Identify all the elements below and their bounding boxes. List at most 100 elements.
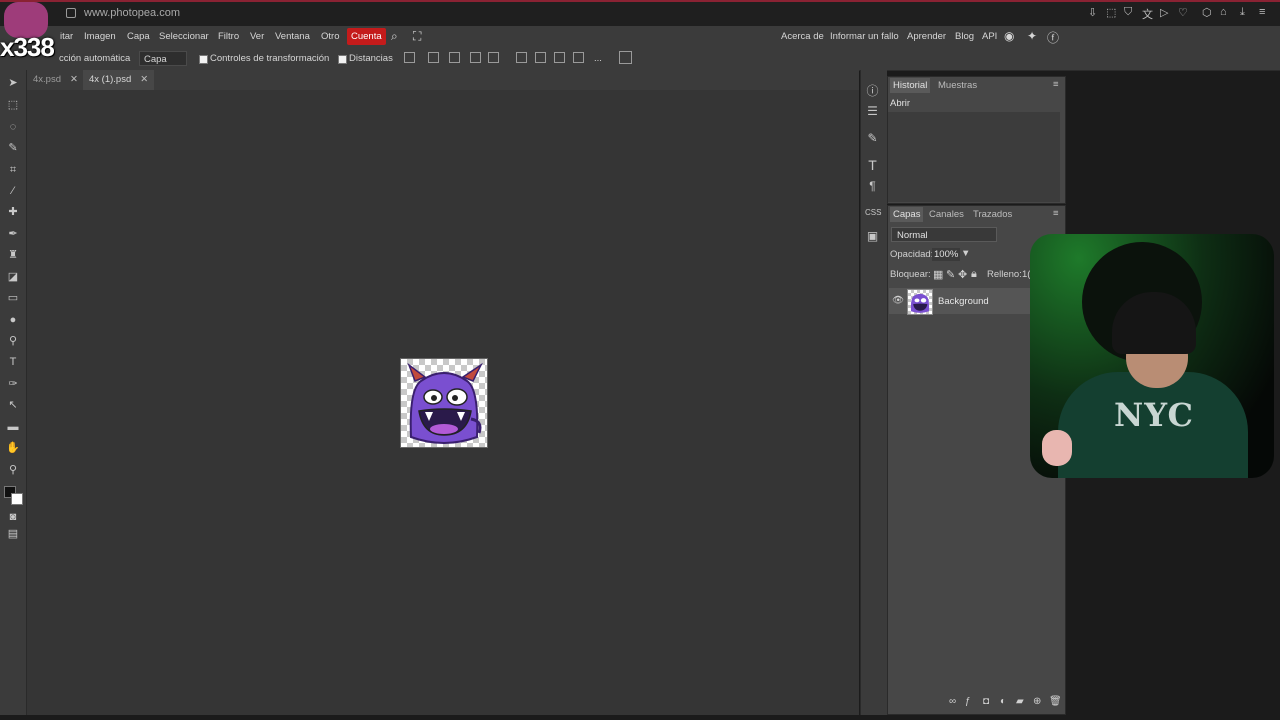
distribute-bottom-icon[interactable]	[554, 52, 565, 63]
path-select-tool-icon[interactable]: ↖	[6, 398, 20, 412]
tab-channels[interactable]: Canales	[929, 209, 964, 220]
add-mask-icon[interactable]: ◘	[983, 696, 989, 707]
distances-checkbox[interactable]	[338, 55, 347, 64]
eye-icon[interactable]: 👁︎	[892, 295, 904, 306]
transform-controls-checkbox[interactable]	[199, 55, 208, 64]
tab-layers[interactable]: Capas	[890, 207, 924, 222]
history-entry[interactable]: Abrir	[890, 98, 910, 109]
reddit-icon[interactable]: ◉	[1004, 29, 1014, 43]
close-icon[interactable]: ✕	[70, 74, 78, 85]
menu-filter[interactable]: Filtro	[218, 31, 239, 42]
search-icon[interactable]: ⌕	[391, 29, 398, 44]
menu-layer[interactable]: Capa	[127, 31, 150, 42]
brush-settings-icon[interactable]: ✎	[865, 131, 880, 145]
tab-paths[interactable]: Trazados	[973, 209, 1012, 220]
paragraph-icon[interactable]: ¶	[865, 179, 880, 193]
translate-icon[interactable]: 文	[1142, 6, 1153, 22]
dodge-tool-icon[interactable]: ⚲	[6, 334, 20, 348]
align-hcenter-icon[interactable]	[488, 52, 499, 63]
adjustment-layer-icon[interactable]: ◐	[1000, 696, 1006, 707]
close-icon[interactable]: ✕	[140, 74, 148, 85]
menu-window[interactable]: Ventana	[275, 31, 310, 42]
heart-icon[interactable]: ♡	[1178, 6, 1188, 19]
menu-view[interactable]: Ver	[250, 31, 264, 42]
tab-4x-psd[interactable]: 4x.psd ✕	[27, 70, 84, 90]
lock-transparency-icon[interactable]: ▦	[933, 268, 943, 281]
auto-select-label[interactable]: cción automática	[59, 53, 130, 64]
opacity-input[interactable]: 100%	[932, 248, 960, 261]
account-icon[interactable]: ⌂	[1220, 6, 1227, 18]
shape-tool-icon[interactable]: ▬	[6, 420, 20, 434]
auto-select-target-dropdown[interactable]: Capa	[139, 51, 187, 66]
magic-wand-tool-icon[interactable]: ✎	[6, 141, 20, 155]
move-tool-icon[interactable]: ➤	[6, 76, 20, 90]
new-layer-icon[interactable]: ⊕	[1033, 696, 1041, 707]
distribute-horizontal-icon[interactable]	[573, 52, 584, 63]
menu-icon[interactable]: ≡	[1259, 6, 1265, 18]
tab-swatches[interactable]: Muestras	[938, 80, 977, 91]
downloads-icon[interactable]: ⤓	[1240, 6, 1245, 19]
distribute-vcenter-icon[interactable]	[535, 52, 546, 63]
zoom-tool-icon[interactable]: ⚲	[6, 463, 20, 477]
panel-menu-icon[interactable]: ≡	[1053, 208, 1059, 219]
address-bar-url[interactable]: www.photopea.com	[84, 7, 180, 19]
pen-tool-icon[interactable]: ✑	[6, 377, 20, 391]
facebook-icon[interactable]: ⓕ	[1047, 29, 1059, 46]
delete-layer-icon[interactable]: 🗑︎	[1049, 696, 1062, 707]
lock-all-icon[interactable]: 🔒︎	[971, 268, 977, 281]
image-icon[interactable]: ▣	[865, 229, 880, 243]
brush-tool-icon[interactable]: ✒	[6, 227, 20, 241]
new-group-icon[interactable]: ▰	[1016, 696, 1024, 707]
bookmark-icon[interactable]: ⬚	[1106, 6, 1116, 19]
tab-4x-1-psd[interactable]: 4x (1).psd ✕	[83, 70, 155, 90]
background-color-swatch[interactable]	[11, 493, 23, 505]
eyedropper-tool-icon[interactable]: ⁄	[6, 184, 20, 198]
play-icon[interactable]: ▷	[1160, 6, 1168, 19]
hand-tool-icon[interactable]: ✋	[6, 441, 20, 455]
align-bottom-icon[interactable]	[449, 52, 460, 63]
css-icon[interactable]: CSS	[865, 208, 881, 222]
download-icon[interactable]: ⇩	[1088, 6, 1097, 19]
menu-api[interactable]: API	[982, 31, 997, 42]
align-vcenter-icon[interactable]	[428, 52, 439, 63]
lock-pixels-icon[interactable]: ✎	[946, 268, 955, 281]
quick-mask-icon[interactable]: ◙	[6, 510, 20, 524]
layer-name[interactable]: Background	[938, 296, 989, 307]
tab-history[interactable]: Historial	[890, 78, 931, 93]
gradient-tool-icon[interactable]: ▭	[6, 291, 20, 305]
menu-edit[interactable]: itar	[60, 31, 73, 42]
link-layers-icon[interactable]: ∞	[949, 696, 956, 707]
info-icon[interactable]: ⓘ	[865, 82, 880, 98]
screen-mode-icon[interactable]: ▤	[6, 527, 20, 541]
menu-learn[interactable]: Aprender	[907, 31, 946, 42]
align-top-icon[interactable]	[404, 52, 415, 63]
extensions-icon[interactable]: ⬡	[1202, 6, 1212, 19]
menu-image[interactable]: Imagen	[84, 31, 116, 42]
lasso-tool-icon[interactable]: ◌	[6, 120, 20, 134]
twitter-icon[interactable]: ✦	[1027, 29, 1037, 43]
shield-icon[interactable]: ⛉	[1124, 6, 1132, 19]
layer-effects-icon[interactable]: ƒ	[965, 696, 971, 707]
grid-icon[interactable]	[619, 51, 632, 64]
account-button[interactable]: Cuenta	[347, 28, 386, 45]
menu-other[interactable]: Otro	[321, 31, 339, 42]
crop-tool-icon[interactable]: ⌗	[6, 163, 20, 177]
menu-blog[interactable]: Blog	[955, 31, 974, 42]
marquee-tool-icon[interactable]: ⬚	[6, 98, 20, 112]
opacity-dropdown-icon[interactable]: ▼	[961, 248, 970, 259]
lock-position-icon[interactable]: ✥	[958, 268, 967, 281]
character-icon[interactable]: T	[865, 157, 880, 173]
clone-stamp-tool-icon[interactable]: ♜	[6, 248, 20, 262]
type-tool-icon[interactable]: T	[6, 355, 20, 369]
adjustments-icon[interactable]: ☰	[865, 104, 880, 118]
align-left-icon[interactable]	[470, 52, 481, 63]
menu-select[interactable]: Seleccionar	[159, 31, 209, 42]
blend-mode-dropdown[interactable]: Normal	[891, 227, 997, 242]
eraser-tool-icon[interactable]: ◪	[6, 270, 20, 284]
healing-tool-icon[interactable]: ✚	[6, 205, 20, 219]
document-image[interactable]	[400, 358, 488, 448]
fullscreen-icon[interactable]: ⛶	[413, 29, 421, 44]
panel-menu-icon[interactable]: ≡	[1053, 79, 1059, 90]
menu-about[interactable]: Acerca de	[781, 31, 824, 42]
distribute-top-icon[interactable]	[516, 52, 527, 63]
